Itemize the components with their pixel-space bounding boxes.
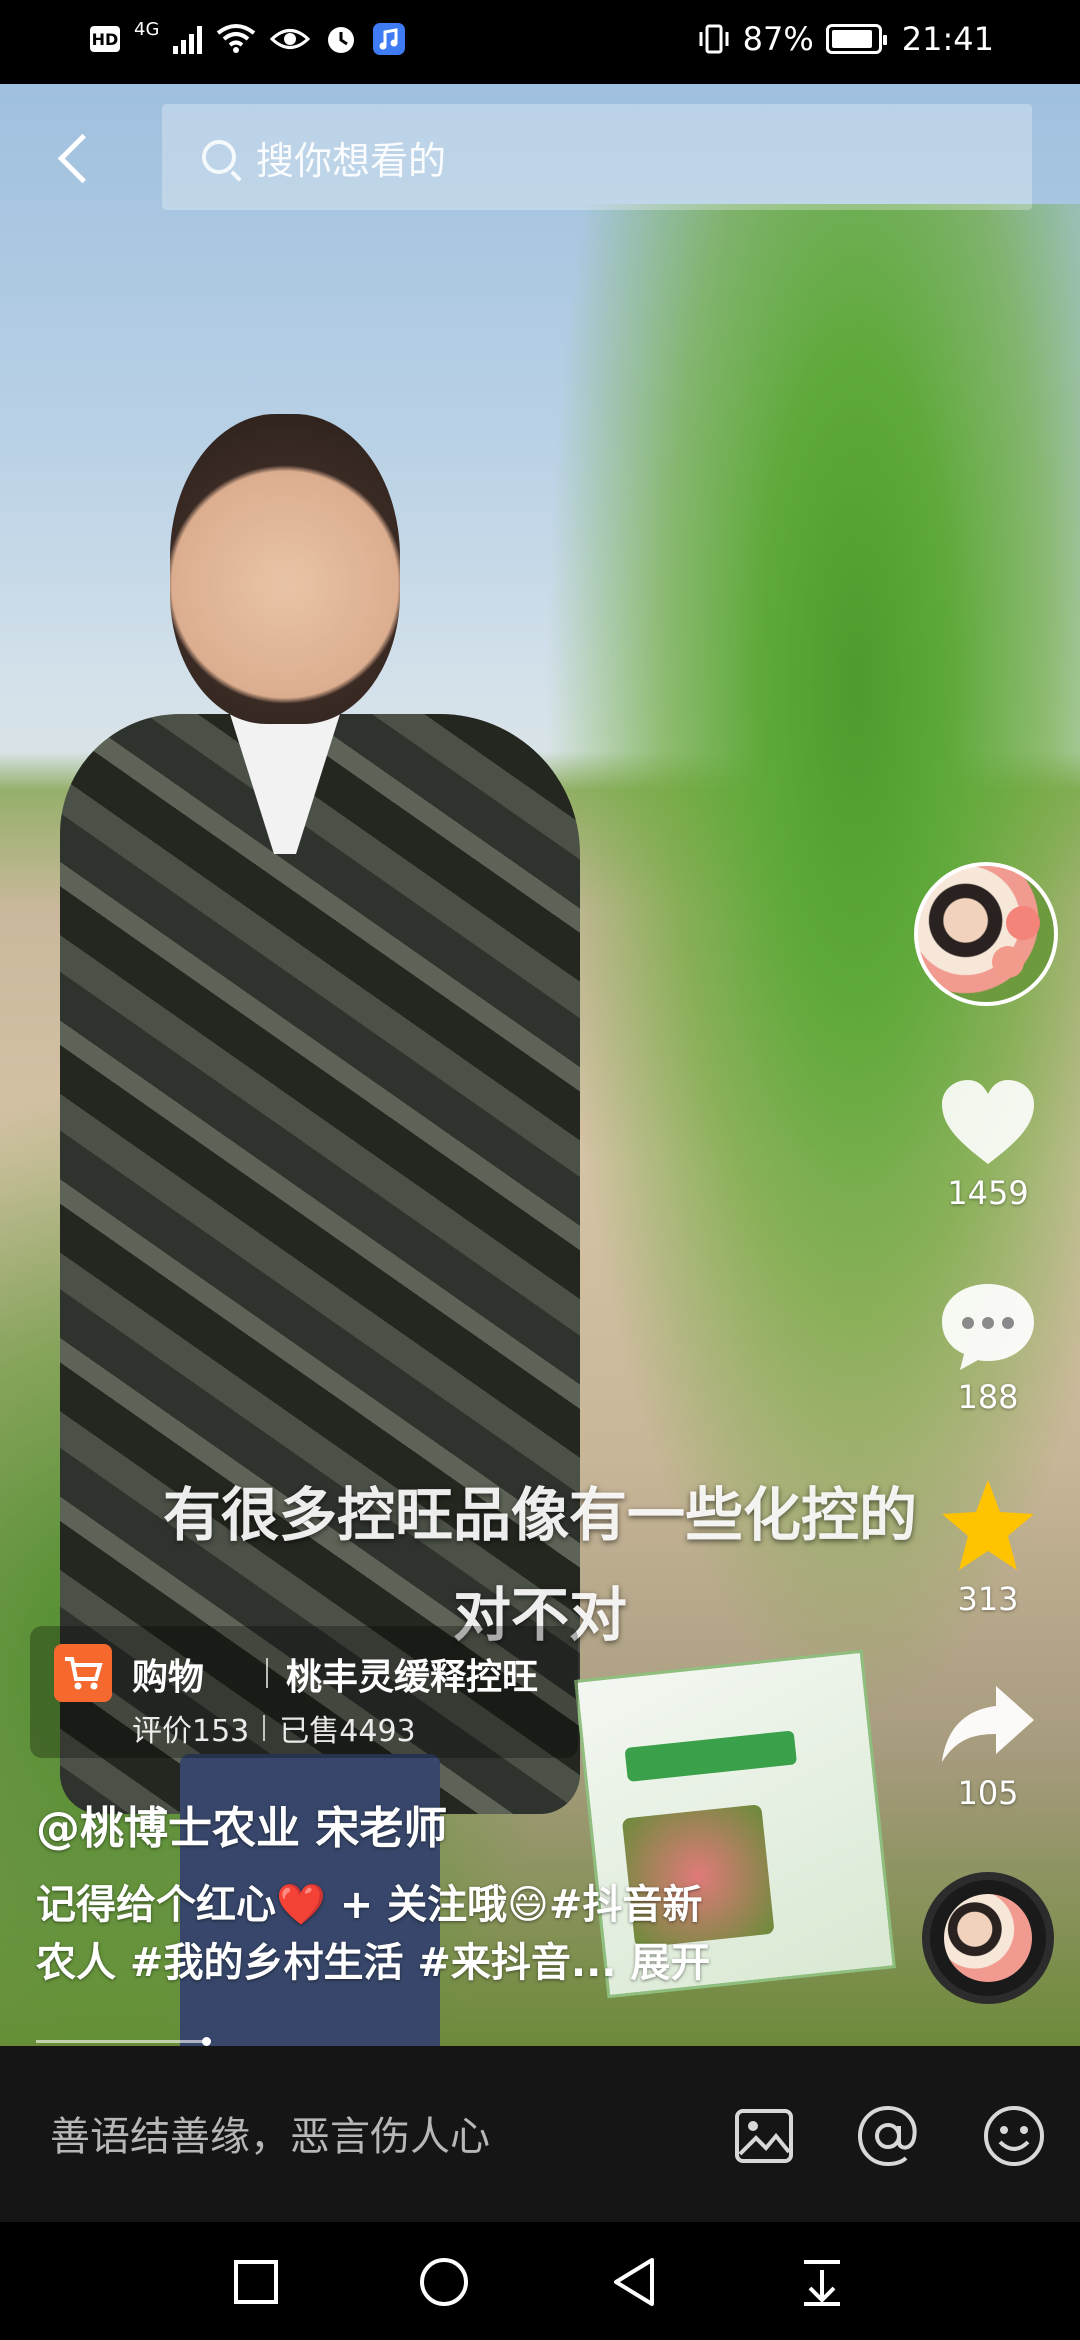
- meta-divider: [263, 1715, 266, 1741]
- sold-count: 已售4493: [279, 1714, 416, 1749]
- share-count: 105: [957, 1774, 1019, 1812]
- share-button[interactable]: 105: [913, 1682, 1063, 1812]
- music-app-icon: [373, 23, 406, 55]
- shopping-card[interactable]: 购物 桃丰灵缓释控旺 评价153 已售4493: [30, 1626, 578, 1758]
- signal-icon: [173, 24, 203, 54]
- search-bar[interactable]: 搜你想看的: [162, 104, 1032, 210]
- network-type: 4G: [134, 18, 160, 40]
- description-line-2: 农人 #我的乡村生活 #来抖音...: [36, 1940, 617, 1986]
- comment-input[interactable]: 善语结善缘，恶言伤人心: [50, 2104, 490, 2162]
- shop-label: 购物: [132, 1657, 205, 1698]
- author-name[interactable]: @桃博士农业 宋老师: [36, 1792, 447, 1856]
- music-disc[interactable]: [922, 1872, 1054, 2004]
- system-nav-bar: [0, 2222, 1080, 2340]
- comment-bar: 善语结善缘，恶言伤人心: [0, 2046, 1080, 2222]
- comment-count: 188: [957, 1378, 1019, 1416]
- like-count: 1459: [947, 1174, 1029, 1212]
- like-button[interactable]: 1459: [913, 1078, 1063, 1212]
- product-meta: 评价153 已售4493: [132, 1706, 416, 1750]
- cart-icon: [54, 1644, 112, 1702]
- battery-percent: 87%: [742, 20, 814, 58]
- comment-button[interactable]: 188: [913, 1280, 1063, 1416]
- subtitle-line-1: 有很多控旺品像有一些化控的: [162, 1481, 917, 1549]
- battery-icon: [825, 24, 887, 54]
- notification-pull-button[interactable]: [792, 2252, 852, 2312]
- search-icon: [202, 140, 236, 174]
- back-nav-button[interactable]: [604, 2252, 664, 2312]
- recents-button[interactable]: [226, 2252, 286, 2312]
- description-line-1: 记得给个红心❤️ + 关注哦😄#抖音新: [36, 1882, 703, 1928]
- home-button[interactable]: [414, 2252, 474, 2312]
- shop-divider: [266, 1658, 268, 1688]
- comment-icon: [938, 1280, 1038, 1372]
- author-avatar[interactable]: [914, 862, 1058, 1006]
- emoji-icon[interactable]: [982, 2104, 1046, 2168]
- expand-button[interactable]: 展开: [630, 1940, 710, 1986]
- status-icons-right: 87% 21:41: [697, 20, 994, 58]
- video-progress[interactable]: [36, 2037, 211, 2046]
- product-title: 桃丰灵缓释控旺: [286, 1657, 539, 1698]
- image-icon[interactable]: [732, 2104, 796, 2168]
- post-description: 记得给个红心❤️ + 关注哦😄#抖音新 农人 #我的乡村生活 #来抖音... 展…: [36, 1876, 816, 1992]
- search-input[interactable]: 搜你想看的: [256, 130, 446, 185]
- back-button[interactable]: [52, 126, 100, 190]
- at-mention-icon[interactable]: [856, 2104, 920, 2168]
- share-icon: [938, 1682, 1038, 1768]
- eye-icon: [270, 29, 311, 49]
- status-icons-left: HD 4G: [90, 18, 406, 56]
- review-count: 评价153: [132, 1714, 250, 1749]
- heart-icon: [938, 1078, 1038, 1168]
- vibrate-icon: [699, 24, 729, 54]
- hd-badge: HD: [90, 26, 120, 52]
- clock: 21:41: [901, 20, 994, 58]
- alarm-icon: [328, 27, 355, 53]
- wifi-icon: [217, 24, 256, 53]
- status-bar: HD 4G 87% 21:41: [0, 0, 1080, 84]
